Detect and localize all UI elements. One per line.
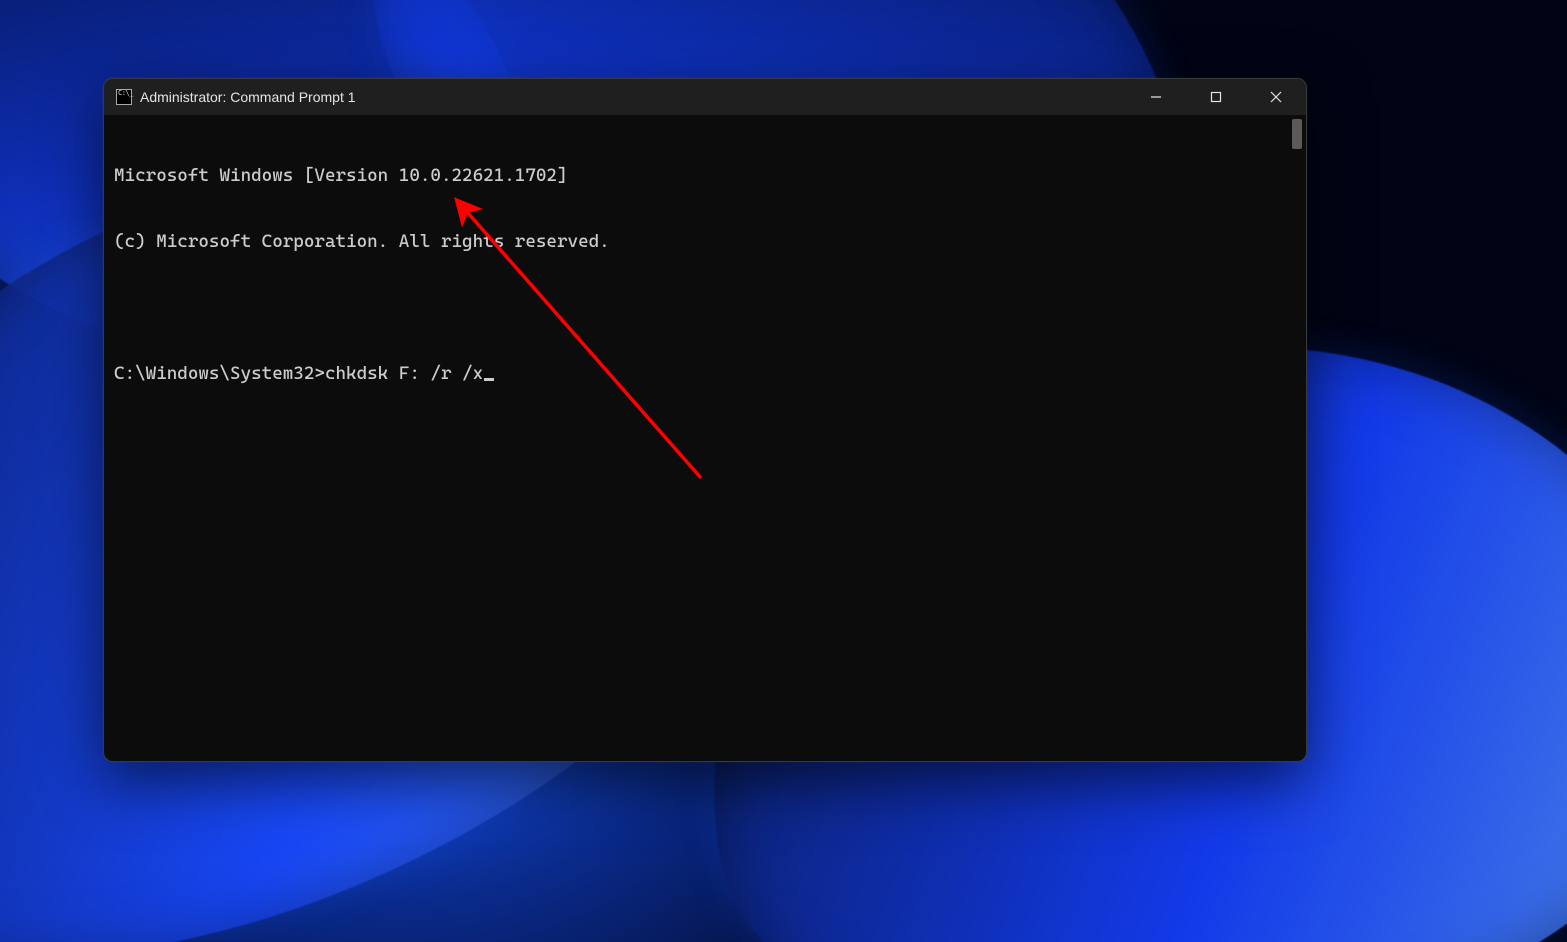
close-icon — [1270, 91, 1282, 103]
window-controls — [1126, 79, 1306, 115]
minimize-icon — [1150, 91, 1162, 103]
command-prompt-window: Administrator: Command Prompt 1 Microsof… — [103, 78, 1307, 762]
text-cursor — [484, 378, 494, 381]
minimize-button[interactable] — [1126, 79, 1186, 115]
terminal-prompt-line: C:\Windows\System32>chkdsk F: /r /x — [114, 363, 1296, 385]
terminal-body[interactable]: Microsoft Windows [Version 10.0.22621.17… — [104, 115, 1306, 761]
cmd-app-icon — [116, 89, 132, 105]
scrollbar-thumb[interactable] — [1292, 119, 1302, 149]
maximize-button[interactable] — [1186, 79, 1246, 115]
terminal-blank-line — [114, 297, 1296, 319]
window-title: Administrator: Command Prompt 1 — [140, 89, 356, 105]
prompt-path: C:\Windows\System32> — [114, 363, 325, 385]
terminal-output-line: (c) Microsoft Corporation. All rights re… — [114, 231, 1296, 253]
scrollbar-track[interactable] — [1290, 119, 1304, 757]
close-button[interactable] — [1246, 79, 1306, 115]
maximize-icon — [1210, 91, 1222, 103]
terminal-output-line: Microsoft Windows [Version 10.0.22621.17… — [114, 165, 1296, 187]
prompt-command: chkdsk F: /r /x — [325, 363, 483, 385]
titlebar[interactable]: Administrator: Command Prompt 1 — [104, 79, 1306, 115]
